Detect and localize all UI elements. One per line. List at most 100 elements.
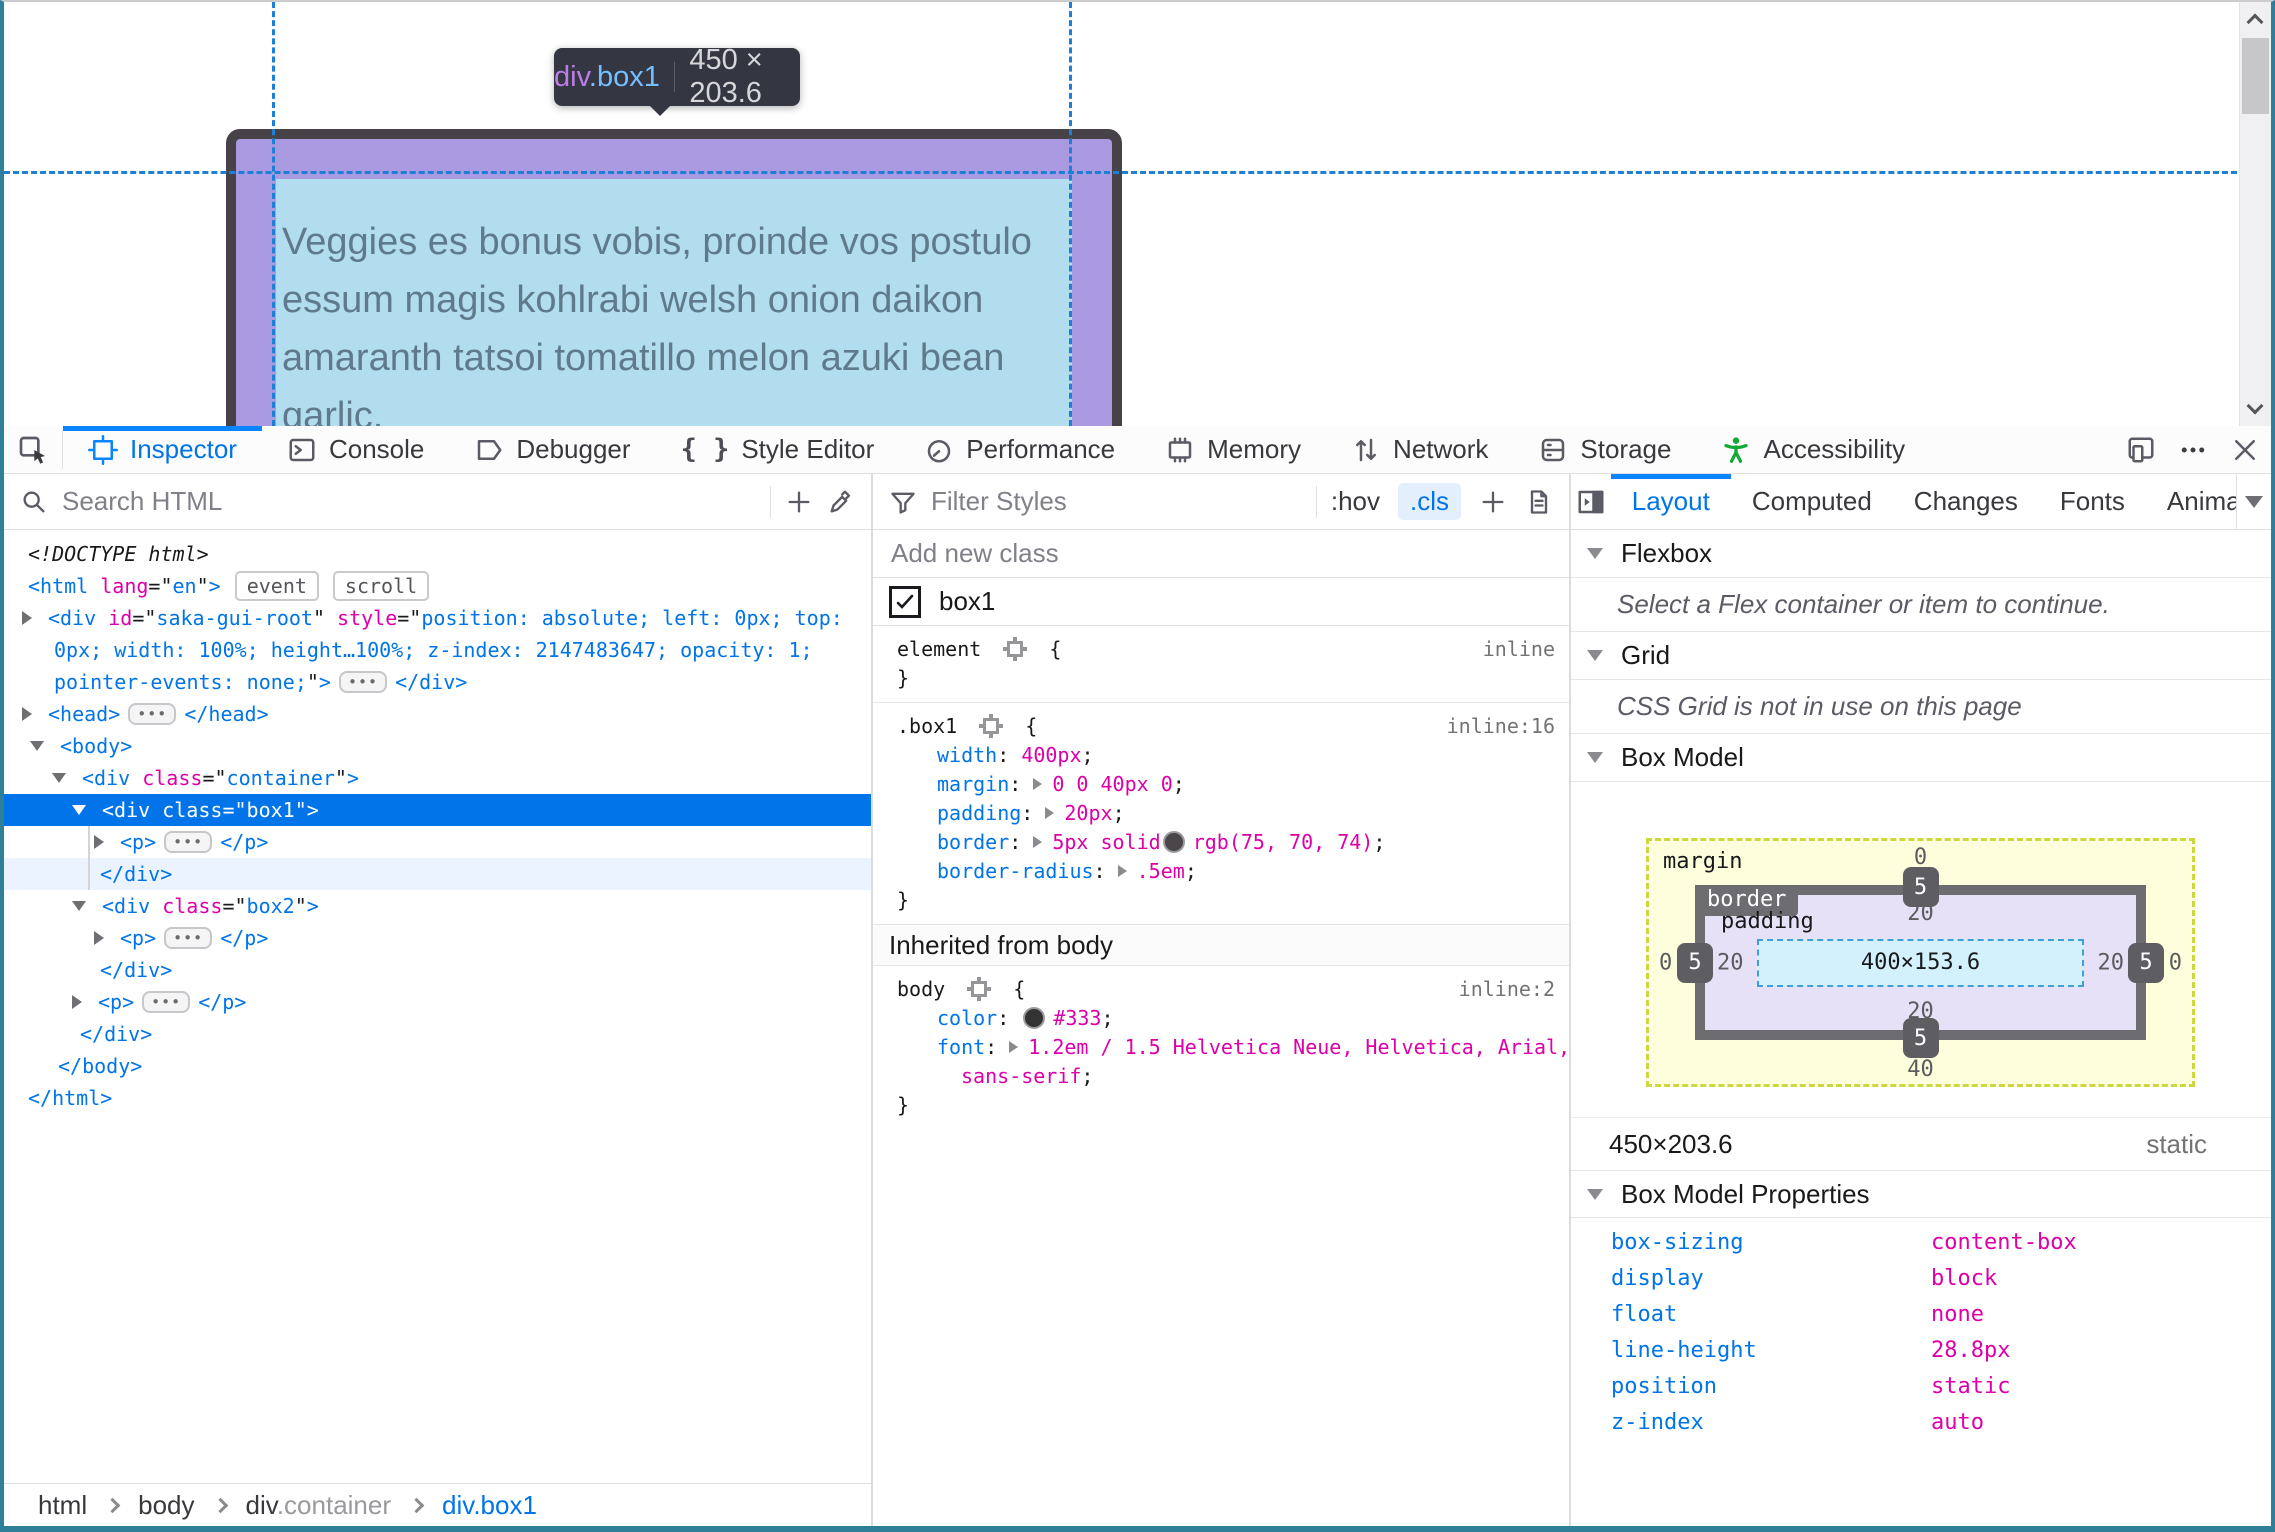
tab-performance[interactable]: Performance bbox=[899, 426, 1140, 473]
devtools-meatball-menu-button[interactable] bbox=[2167, 426, 2219, 473]
tab-debugger[interactable]: Debugger bbox=[449, 426, 655, 473]
devtools-close-button[interactable] bbox=[2219, 426, 2271, 473]
box-model-section-header[interactable]: Box Model bbox=[1571, 734, 2271, 782]
twisty-collapsed-icon[interactable] bbox=[22, 611, 32, 625]
add-node-plus-icon[interactable] bbox=[785, 488, 813, 516]
margin-left-value[interactable]: 0 bbox=[1659, 950, 1672, 975]
responsive-design-mode-button[interactable] bbox=[2115, 426, 2167, 473]
property-row[interactable]: box-sizing content-box bbox=[1571, 1224, 2271, 1260]
tab-inspector[interactable]: Inspector bbox=[63, 426, 262, 473]
code-line[interactable]: <div class =" box2 " > bbox=[4, 890, 871, 922]
code-line[interactable]: </body> bbox=[4, 1050, 871, 1082]
padding-left-value[interactable]: 20 bbox=[1717, 950, 1744, 975]
code-line[interactable]: 0px; width: 100%; height…100%; z-index: … bbox=[4, 634, 871, 666]
code-line[interactable]: element {inline bbox=[885, 634, 1569, 663]
all-tabs-menu-button[interactable] bbox=[2235, 474, 2271, 529]
tab-changes[interactable]: Changes bbox=[1893, 474, 2039, 529]
box-model-properties-header[interactable]: Box Model Properties bbox=[1571, 1170, 2271, 1218]
collapsed-children-badge[interactable]: ••• bbox=[128, 703, 177, 725]
selector-highlighter-icon[interactable] bbox=[1003, 636, 1028, 661]
code-line[interactable]: border: 5px solid rgb(75, 70, 74); bbox=[885, 827, 1569, 856]
tab-storage[interactable]: Storage bbox=[1513, 426, 1696, 473]
event-badge[interactable]: event bbox=[234, 571, 319, 601]
collapsed-children-badge[interactable]: ••• bbox=[164, 831, 213, 853]
pick-element-button[interactable] bbox=[4, 426, 62, 473]
code-line[interactable]: </html> bbox=[4, 1082, 871, 1114]
code-line[interactable]: width: 400px; bbox=[885, 740, 1569, 769]
breadcrumb-item-html[interactable]: html bbox=[38, 1490, 87, 1521]
collapsed-children-badge[interactable]: ••• bbox=[338, 671, 388, 693]
property-row[interactable]: line-height 28.8px bbox=[1571, 1332, 2271, 1368]
code-line[interactable]: <body> bbox=[4, 730, 871, 762]
code-line[interactable]: <html lang =" en " > event scroll bbox=[4, 570, 871, 602]
code-line[interactable]: border-radius: .5em; bbox=[885, 856, 1569, 885]
scroll-up-arrow-icon[interactable] bbox=[2246, 13, 2264, 31]
code-line[interactable]: <p> ••• </p> bbox=[4, 986, 871, 1018]
code-line[interactable]: <p> ••• </p> bbox=[4, 922, 871, 954]
code-line[interactable]: <div class =" box1 " > bbox=[4, 794, 871, 826]
twisty-expanded-icon[interactable] bbox=[30, 741, 44, 751]
expand-shorthand-icon[interactable] bbox=[1045, 806, 1055, 819]
selector-highlighter-icon[interactable] bbox=[967, 976, 992, 1001]
code-line[interactable]: pointer-events: none; " > ••• </div> bbox=[4, 666, 871, 698]
code-line[interactable]: <head> ••• </head> bbox=[4, 698, 871, 730]
tab-style-editor[interactable]: { } Style Editor bbox=[656, 426, 900, 473]
expand-shorthand-icon[interactable] bbox=[1033, 835, 1043, 848]
expand-shorthand-icon[interactable] bbox=[1033, 777, 1043, 790]
padding-right-value[interactable]: 20 bbox=[2098, 950, 2125, 975]
search-input[interactable] bbox=[62, 486, 756, 517]
border-left-value[interactable]: 5 bbox=[1677, 942, 1713, 983]
border-top-value[interactable]: 5 bbox=[1902, 867, 1939, 907]
filter-styles-input[interactable] bbox=[931, 486, 1302, 517]
expand-sidebar-button[interactable] bbox=[1571, 487, 1611, 517]
class-toggle-checkbox[interactable] bbox=[889, 585, 921, 618]
code-line[interactable]: <div id =" saka-gui-root " style =" position:… bbox=[4, 602, 871, 634]
event-badge[interactable]: scroll bbox=[332, 571, 430, 601]
expand-shorthand-icon[interactable] bbox=[1009, 1040, 1019, 1053]
selector-highlighter-icon[interactable] bbox=[979, 713, 1004, 738]
code-line[interactable]: .box1 {inline:16 bbox=[885, 711, 1569, 740]
code-line[interactable]: </div> bbox=[4, 1018, 871, 1050]
code-line[interactable]: <div class =" container " > bbox=[4, 762, 871, 794]
breadcrumb-item-body[interactable]: body bbox=[138, 1490, 194, 1521]
expand-shorthand-icon[interactable] bbox=[1117, 864, 1127, 877]
code-line[interactable]: } bbox=[885, 1090, 1569, 1119]
code-line[interactable]: } bbox=[885, 663, 1569, 692]
toggle-pseudo-classes-button[interactable]: :hov bbox=[1331, 486, 1380, 517]
box-model-content-layer[interactable]: 400×153.6 bbox=[1757, 938, 2084, 987]
breadcrumb-item-box1[interactable]: div.box1 bbox=[442, 1490, 537, 1521]
box-model-border-layer[interactable]: border padding 20 20 20 20 400×153.6 bbox=[1695, 885, 2146, 1040]
tab-computed[interactable]: Computed bbox=[1731, 474, 1893, 529]
property-row[interactable]: z-index auto bbox=[1571, 1404, 2271, 1440]
grid-section-header[interactable]: Grid bbox=[1571, 632, 2271, 680]
code-line[interactable]: <p> ••• </p> bbox=[4, 826, 871, 858]
property-row[interactable]: float none bbox=[1571, 1296, 2271, 1332]
tab-network[interactable]: Network bbox=[1326, 426, 1513, 473]
margin-right-value[interactable]: 0 bbox=[2169, 950, 2182, 975]
scrollbar-thumb[interactable] bbox=[2242, 38, 2269, 114]
flexbox-section-header[interactable]: Flexbox bbox=[1571, 530, 2271, 578]
rule-source-link[interactable]: inline:2 bbox=[1459, 977, 1555, 1001]
code-line[interactable]: padding: 20px; bbox=[885, 798, 1569, 827]
tab-accessibility[interactable]: Accessibility bbox=[1696, 426, 1930, 473]
rule-source-link[interactable]: inline:16 bbox=[1447, 714, 1555, 738]
collapsed-children-badge[interactable]: ••• bbox=[142, 991, 191, 1013]
body-rule[interactable]: body {inline:2 color: #333; font: 1.2em / … bbox=[873, 966, 1569, 1129]
tab-memory[interactable]: Memory bbox=[1140, 426, 1326, 473]
element-inline-rule[interactable]: element {inline} bbox=[873, 626, 1569, 702]
margin-bottom-value[interactable]: 40 bbox=[1907, 1057, 1934, 1082]
border-right-value[interactable]: 5 bbox=[2128, 942, 2164, 983]
border-bottom-value[interactable]: 5 bbox=[1902, 1018, 1939, 1058]
tab-layout[interactable]: Layout bbox=[1610, 474, 1731, 529]
rule-source-link[interactable]: inline bbox=[1483, 637, 1555, 661]
code-line[interactable]: sans-serif; bbox=[885, 1061, 1569, 1090]
eyedropper-icon[interactable] bbox=[827, 488, 855, 516]
tab-fonts[interactable]: Fonts bbox=[2039, 474, 2146, 529]
tab-animations[interactable]: Animati bbox=[2146, 474, 2236, 529]
box1-rule[interactable]: .box1 {inline:16 width: 400px; margin: 0 0… bbox=[873, 703, 1569, 924]
code-line[interactable]: color: #333; bbox=[885, 1003, 1569, 1032]
box-model-margin-layer[interactable]: margin 0 0 0 40 5 5 5 5 border padding 2… bbox=[1646, 838, 2195, 1087]
print-simulation-document-icon[interactable] bbox=[1525, 488, 1553, 516]
twisty-expanded-icon[interactable] bbox=[72, 805, 86, 815]
code-line[interactable]: </div> bbox=[4, 858, 871, 890]
